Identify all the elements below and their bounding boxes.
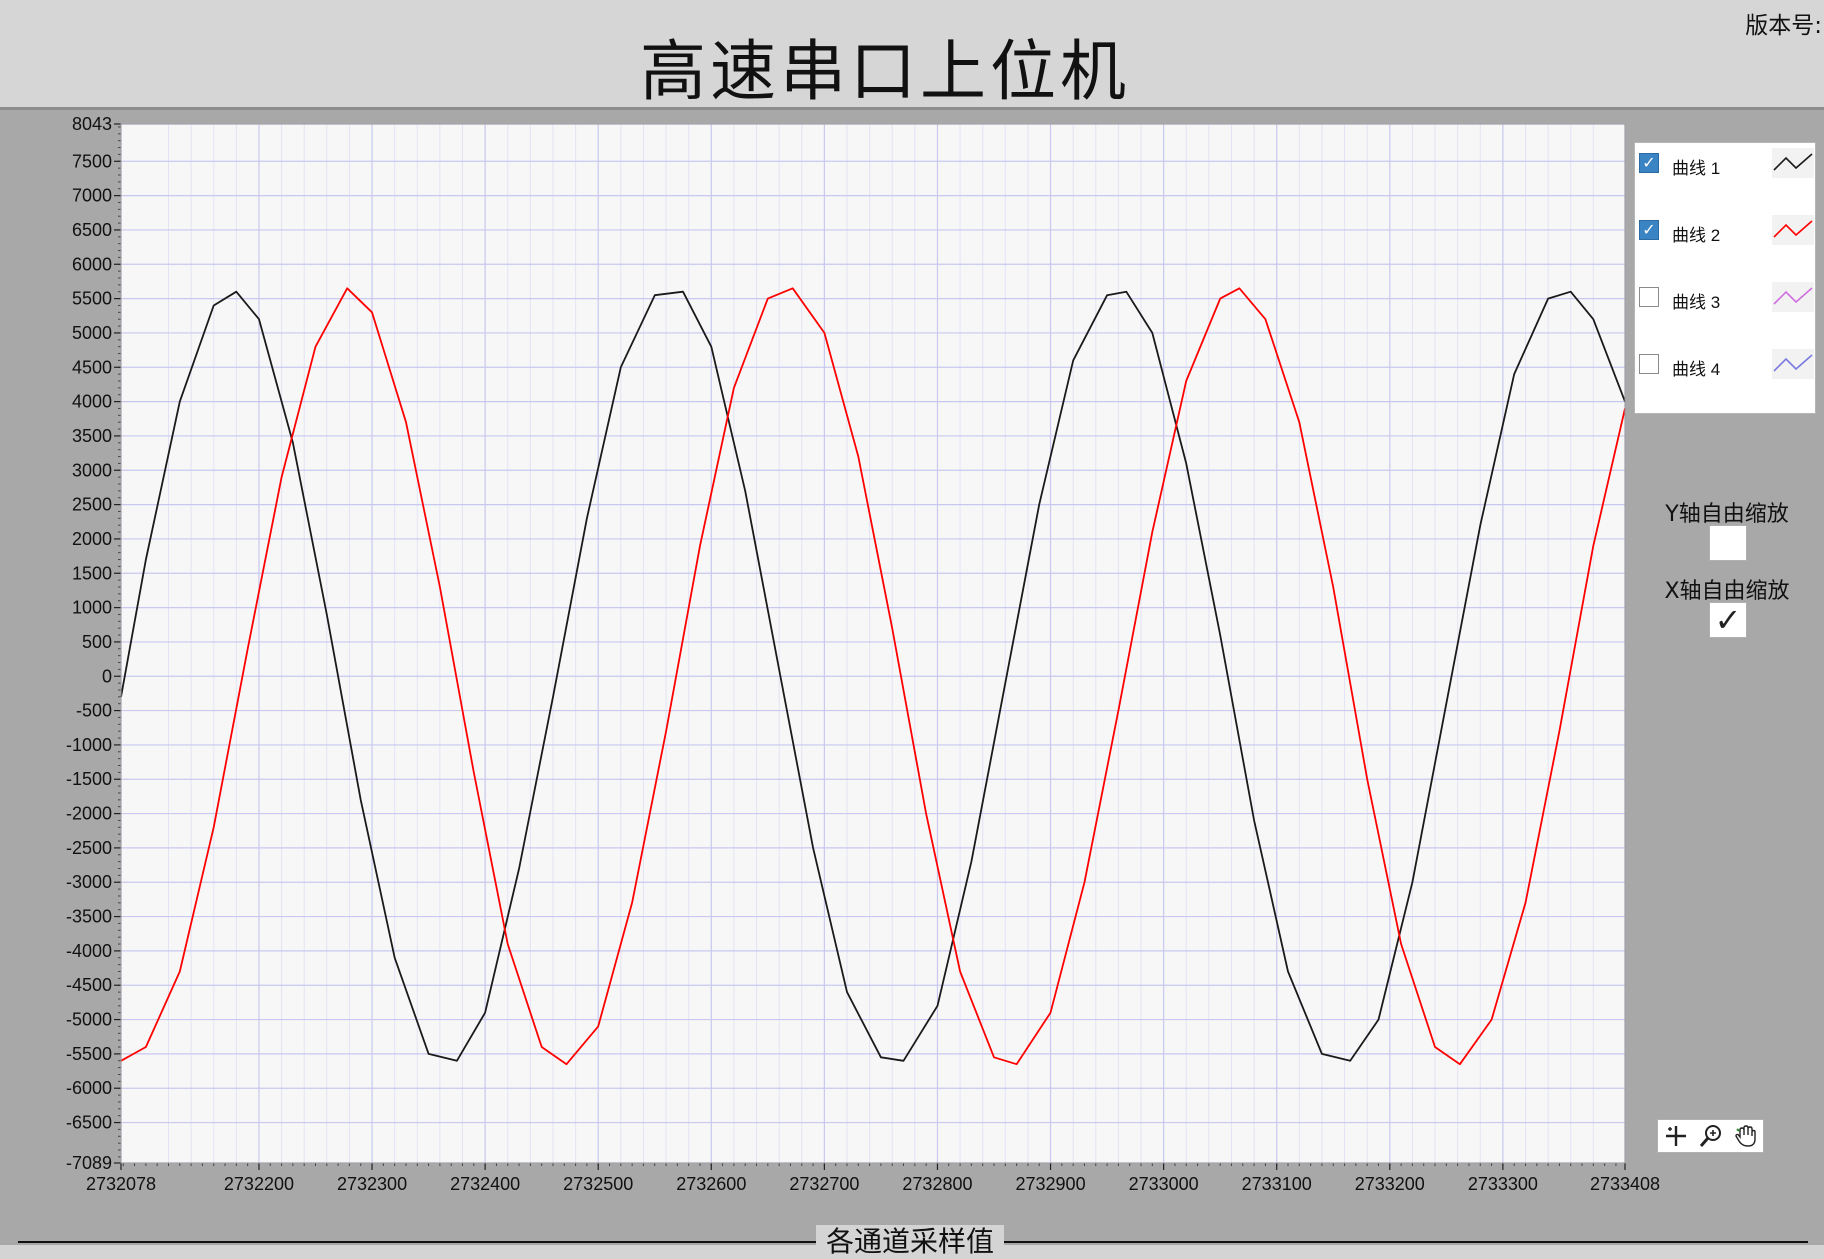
y-autoscale-checkbox[interactable] <box>1709 525 1747 561</box>
x-tick-label: 2732300 <box>337 1174 407 1194</box>
y-tick-label: 2500 <box>72 495 112 515</box>
x-tick-label: 2732078 <box>86 1174 156 1194</box>
graph-tools-palette <box>1657 1119 1764 1153</box>
y-tick-label: 5500 <box>72 289 112 309</box>
y-tick-label: -1000 <box>66 735 112 755</box>
x-tick-label: 2732600 <box>676 1174 746 1194</box>
x-tick-label: 2732400 <box>450 1174 520 1194</box>
legend-label-3: 曲线 3 <box>1672 293 1721 312</box>
y-tick-label: -3500 <box>66 907 112 927</box>
legend-item-1[interactable]: ✓ 曲线 1 <box>1635 145 1815 185</box>
zoom-icon[interactable] <box>1698 1123 1724 1149</box>
y-tick-label: -6500 <box>66 1113 112 1133</box>
x-tick-label: 2732900 <box>1016 1174 1086 1194</box>
x-autoscale-checkbox[interactable]: ✓ <box>1709 602 1747 638</box>
x-tick-label: 2732700 <box>789 1174 859 1194</box>
legend-line-3-icon <box>1773 287 1813 305</box>
y-tick-label: 6000 <box>72 254 112 274</box>
waveform-graph[interactable]: 8043750070006500600055005000450040003500… <box>0 110 1824 1245</box>
channel-values-title: 各通道采样值 <box>816 1225 1005 1259</box>
plot-legend: ✓ 曲线 1 ✓ 曲线 2 曲线 3 曲线 4 <box>1634 142 1816 414</box>
y-tick-label: 500 <box>82 632 112 652</box>
legend-checkbox-3[interactable] <box>1639 287 1659 307</box>
legend-item-4[interactable]: 曲线 4 <box>1635 346 1815 386</box>
y-tick-label: -1500 <box>66 769 112 789</box>
legend-label-4: 曲线 4 <box>1672 360 1721 379</box>
y-tick-label: -3000 <box>66 872 112 892</box>
version-label: 版本号: <box>1745 13 1822 39</box>
y-tick-label: 1500 <box>72 563 112 583</box>
app-title: 高速串口上位机 <box>640 33 1130 110</box>
y-tick-label: 2000 <box>72 529 112 549</box>
x-tick-label: 2732800 <box>902 1174 972 1194</box>
y-tick-label: -500 <box>76 701 112 721</box>
legend-label-1: 曲线 1 <box>1672 159 1721 178</box>
y-tick-label: 7500 <box>72 151 112 171</box>
y-autoscale-label: Y轴自由缩放 <box>1665 502 1789 527</box>
y-tick-label: 3000 <box>72 460 112 480</box>
legend-swatch-4 <box>1772 349 1814 379</box>
main-panel: 8043 7500 7000 6500 6000 5500 5000 4500 4000 3500… <box>0 110 1824 1245</box>
y-tick-label: 4000 <box>72 392 112 412</box>
y-tick-label: 1000 <box>72 598 112 618</box>
legend-line-1-icon <box>1773 153 1813 171</box>
legend-checkbox-1[interactable]: ✓ <box>1639 153 1659 173</box>
legend-checkbox-4[interactable] <box>1639 354 1659 374</box>
y-tick-label: 5000 <box>72 323 112 343</box>
y-tick-label: 7000 <box>72 186 112 206</box>
x-tick-label: 2733100 <box>1242 1174 1312 1194</box>
x-tick-label: 2732500 <box>563 1174 633 1194</box>
y-tick-label: -2500 <box>66 838 112 858</box>
x-tick-label: 2733000 <box>1129 1174 1199 1194</box>
x-tick-label: 2733200 <box>1355 1174 1425 1194</box>
x-tick-label: 2732200 <box>224 1174 294 1194</box>
legend-checkbox-2[interactable]: ✓ <box>1639 220 1659 240</box>
y-tick-label: 0 <box>102 666 112 686</box>
pan-hand-icon[interactable] <box>1733 1123 1759 1149</box>
y-tick-label: 6500 <box>72 220 112 240</box>
x-tick-label: 2733300 <box>1468 1174 1538 1194</box>
y-tick-label: -4500 <box>66 975 112 995</box>
y-tick-label: -4000 <box>66 941 112 961</box>
y-tick-label: -5500 <box>66 1044 112 1064</box>
legend-line-4-icon <box>1773 354 1813 372</box>
y-tick-label: -7089 <box>66 1153 112 1173</box>
plot-area <box>121 124 1625 1163</box>
legend-swatch-3 <box>1772 282 1814 312</box>
x-tick-label: 2733408 <box>1590 1174 1660 1194</box>
y-tick-label: 8043 <box>72 114 112 134</box>
cursor-move-icon[interactable] <box>1663 1123 1689 1149</box>
title-bar: 高速串口上位机 版本号: <box>0 0 1824 110</box>
y-tick-label: 3500 <box>72 426 112 446</box>
legend-swatch-1 <box>1772 148 1814 178</box>
legend-line-2-icon <box>1773 220 1813 238</box>
y-tick-label: -5000 <box>66 1010 112 1030</box>
legend-item-3[interactable]: 曲线 3 <box>1635 279 1815 319</box>
y-tick-label: -2000 <box>66 804 112 824</box>
y-tick-label: -6000 <box>66 1078 112 1098</box>
legend-label-2: 曲线 2 <box>1672 226 1721 245</box>
legend-swatch-2 <box>1772 215 1814 245</box>
y-tick-label: 4500 <box>72 357 112 377</box>
legend-item-2[interactable]: ✓ 曲线 2 <box>1635 212 1815 252</box>
